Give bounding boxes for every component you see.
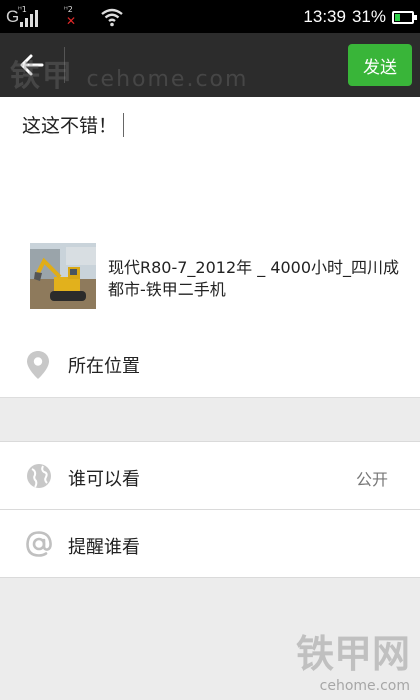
status-left: G ᴴ1 ᴴ2 ✕ — [6, 4, 124, 30]
sim2-tag: ᴴ2 — [64, 5, 73, 14]
visibility-value: 公开 — [355, 470, 388, 489]
section-divider — [0, 397, 420, 398]
compose-text: 这这不错！ — [22, 115, 118, 137]
link-title: 现代R80-7_2012年 _ 4000小时_四川成都市-铁甲二手机 — [108, 258, 400, 299]
location-row[interactable]: 所在位置 — [0, 330, 420, 397]
text-caret — [123, 112, 125, 137]
location-label: 所在位置 — [68, 356, 140, 377]
at-icon — [26, 531, 52, 557]
clock: 13:39 — [303, 7, 346, 26]
watermark-top-domain: cehome.com — [86, 67, 249, 92]
signal-icon: G ᴴ1 — [6, 5, 54, 29]
visibility-label: 谁可以看 — [68, 469, 140, 490]
battery-icon — [392, 10, 417, 24]
location-pin-icon — [27, 351, 49, 379]
watermark-top: 铁甲 cehome.com — [10, 51, 248, 95]
status-right: 13:39 31% — [303, 4, 417, 30]
title-bar: 铁甲 cehome.com 发送 — [0, 33, 420, 97]
send-button[interactable]: 发送 — [348, 44, 412, 86]
remind-label: 提醒谁看 — [68, 537, 140, 558]
globe-icon — [27, 464, 51, 488]
compose-input[interactable]: 这这不错！ — [22, 111, 125, 138]
status-bar: G ᴴ1 ᴴ2 ✕ 13:39 31% — [0, 0, 420, 33]
visibility-row[interactable]: 谁可以看 公开 — [0, 441, 420, 509]
excavator-thumbnail — [30, 243, 96, 309]
no-signal-icon: ᴴ2 ✕ — [64, 5, 77, 28]
watermark-bottom-cn: 铁甲网 — [295, 632, 410, 676]
watermark-top-cn: 铁甲 — [10, 59, 74, 94]
battery-percent: 31% — [351, 7, 386, 26]
wifi-icon — [101, 8, 123, 27]
shared-link-card[interactable]: 现代R80-7_2012年 _ 4000小时_四川成都市-铁甲二手机 — [30, 243, 410, 309]
remind-row[interactable]: 提醒谁看 — [0, 510, 420, 578]
watermark-bottom: 铁甲网 cehome.com — [296, 623, 410, 694]
watermark-bottom-domain: cehome.com — [319, 678, 410, 694]
